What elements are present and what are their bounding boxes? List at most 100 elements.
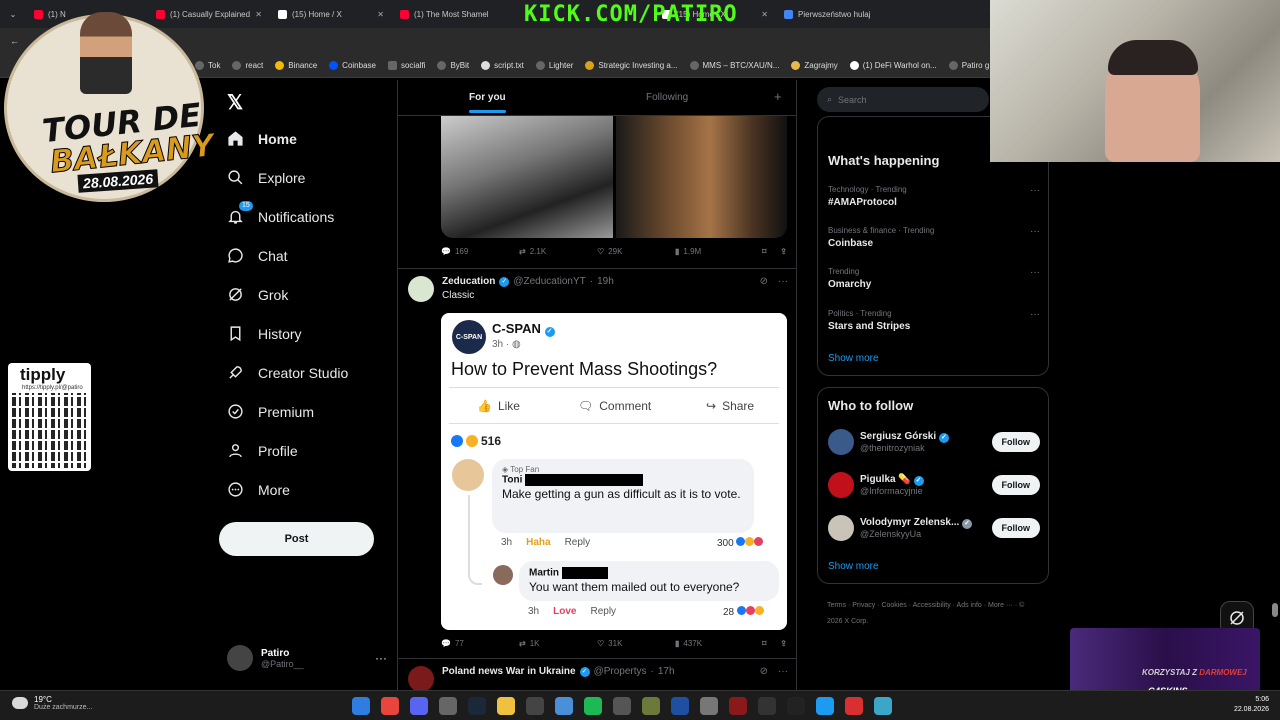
bookmark-icon[interactable]: ⌑ [762, 247, 766, 256]
trend-item[interactable]: Politics · Trending Stars and Stripes ··· [828, 309, 1040, 332]
views-button[interactable]: ▮ 437K [675, 639, 753, 648]
bookmark[interactable]: Lighter [535, 61, 573, 70]
nav-creator-studio[interactable]: Creator Studio [227, 364, 348, 381]
more-dots-icon[interactable]: ··· [778, 276, 788, 287]
close-tab-icon[interactable]: ✕ [377, 10, 384, 19]
file-explorer-icon[interactable] [497, 697, 515, 715]
app-icon[interactable] [729, 697, 747, 715]
bookmark[interactable]: Binance [275, 61, 317, 70]
nav-explore[interactable]: Explore [227, 169, 305, 186]
media-image[interactable] [441, 116, 613, 238]
author-handle[interactable]: @ZeducationYT [513, 276, 585, 287]
steam-icon[interactable] [468, 697, 486, 715]
embedded-screenshot[interactable]: C-SPAN C-SPAN ✓ 3h · ◍ How to Prevent Ma… [441, 313, 787, 630]
app-icon[interactable] [613, 697, 631, 715]
author-name[interactable]: Zeducation [442, 276, 495, 287]
obs-icon[interactable] [439, 697, 457, 715]
spotify-icon[interactable] [584, 697, 602, 715]
tab-for-you[interactable]: For you [469, 92, 506, 113]
bookmark-icon[interactable]: ⌑ [762, 639, 766, 648]
bookmark[interactable]: Zagrajmy [791, 61, 838, 70]
close-tab-icon[interactable]: ✕ [761, 10, 768, 19]
tweet-media[interactable] [441, 116, 787, 238]
post-button[interactable]: Post [219, 522, 374, 556]
bookmark[interactable]: Patiro g [948, 61, 989, 70]
show-more-link[interactable]: Show more [828, 561, 879, 572]
tweet-time[interactable]: 19h [597, 276, 614, 287]
app-icon[interactable] [555, 697, 573, 715]
more-dots-icon[interactable]: ··· [1030, 267, 1040, 278]
more-dots-icon[interactable]: ··· [375, 651, 387, 665]
more-dots-icon[interactable]: ··· [1030, 309, 1040, 320]
tab-following[interactable]: Following [646, 92, 688, 103]
app-icon[interactable] [787, 697, 805, 715]
reply-button[interactable]: 💬 77 [441, 639, 519, 648]
browser-tab[interactable]: (1) The Most Shamel [392, 3, 514, 25]
bookmark[interactable]: script.txt [481, 61, 524, 70]
browser-tab[interactable]: (15) Home / X ✕ [270, 3, 392, 25]
trend-item[interactable]: Business & finance · Trending Coinbase ··· [828, 226, 1040, 249]
nav-grok[interactable]: Grok [227, 286, 288, 303]
reply-button[interactable]: 💬 169 [441, 247, 519, 256]
account-switcher[interactable]: Patiro @Patiro__ ··· [227, 645, 387, 671]
nav-notifications[interactable]: 15 Notifications [227, 201, 334, 225]
author-handle[interactable]: @Propertys [594, 666, 647, 677]
views-button[interactable]: ▮ 1.9M [675, 247, 753, 256]
grok-icon[interactable]: ⊘ [760, 276, 768, 287]
like-button[interactable]: ♡ 29K [597, 247, 675, 256]
nav-chat[interactable]: Chat [227, 247, 288, 264]
app-icon[interactable] [845, 697, 863, 715]
more-dots-icon[interactable]: ··· [778, 666, 788, 677]
app-icon[interactable] [671, 697, 689, 715]
nav-history[interactable]: History [227, 325, 302, 342]
nav-premium[interactable]: Premium [227, 403, 314, 420]
scrollbar-thumb[interactable] [1272, 603, 1278, 617]
media-image[interactable] [615, 116, 787, 238]
avatar[interactable] [408, 276, 434, 302]
bookmark[interactable]: Coinbase [329, 61, 376, 70]
app-icon[interactable] [642, 697, 660, 715]
bookmark[interactable]: (1) DeFi Warhol on... [849, 61, 937, 70]
share-icon[interactable]: ⇪ [780, 639, 787, 648]
more-dots-icon[interactable]: ··· [1030, 226, 1040, 237]
footer-links[interactable]: Terms · Privacy · Cookies · Accessibilit… [827, 598, 1027, 630]
follow-suggestion[interactable]: Sergiusz Górski ✓ @thenitrozyniak Follow [828, 426, 1040, 458]
bookmark[interactable]: Strategic Investing a... [585, 61, 678, 70]
nav-profile[interactable]: Profile [227, 442, 298, 459]
app-icon[interactable] [758, 697, 776, 715]
repost-button[interactable]: ⇄ 1K [519, 639, 597, 648]
more-dots-icon[interactable]: ··· [1030, 185, 1040, 196]
follow-suggestion[interactable]: Pigulka 💊 ✓ @Informacyjnie Follow [828, 469, 1040, 501]
bookmark[interactable]: socialfi [387, 61, 425, 70]
app-icon[interactable] [700, 697, 718, 715]
follow-button[interactable]: Follow [991, 475, 1040, 495]
grok-icon[interactable]: ⊘ [760, 666, 768, 677]
add-tab-icon[interactable]: + [774, 89, 782, 104]
bookmark[interactable]: ByBit [437, 61, 469, 70]
bookmark[interactable]: react [232, 61, 263, 70]
search-input[interactable]: ⌕ Search [817, 87, 989, 112]
avatar[interactable] [408, 666, 434, 692]
app-icon[interactable] [874, 697, 892, 715]
weather-widget[interactable]: 19°C Duże zachmurze... [12, 695, 92, 711]
browser-tab[interactable]: Pierwszeństwo hulaj [776, 3, 898, 25]
trend-item[interactable]: Technology · Trending #AMAProtocol ··· [828, 185, 1040, 208]
discord-icon[interactable] [410, 697, 428, 715]
windows-start-icon[interactable] [352, 697, 370, 715]
follow-button[interactable]: Follow [991, 432, 1040, 452]
show-more-link[interactable]: Show more [828, 353, 879, 364]
chrome-icon[interactable] [381, 697, 399, 715]
share-icon[interactable]: ⇪ [780, 247, 787, 256]
trend-item[interactable]: Trending Omarchy ··· [828, 267, 1040, 290]
repost-button[interactable]: ⇄ 2.1K [519, 247, 597, 256]
tweet-time[interactable]: 17h [658, 666, 675, 677]
app-icon[interactable] [816, 697, 834, 715]
nav-home[interactable]: Home [227, 130, 297, 147]
app-icon[interactable] [526, 697, 544, 715]
follow-button[interactable]: Follow [991, 518, 1040, 538]
system-clock[interactable]: 5:06 22.08.2026 [1224, 695, 1269, 715]
bookmark[interactable]: MMS – BTC/XAU/N... [689, 61, 779, 70]
follow-suggestion[interactable]: Volodymyr Zelensk... ✓ @ZelenskyyUa Follo… [828, 512, 1040, 544]
like-button[interactable]: ♡ 31K [597, 639, 675, 648]
close-tab-icon[interactable]: ✕ [255, 10, 262, 19]
